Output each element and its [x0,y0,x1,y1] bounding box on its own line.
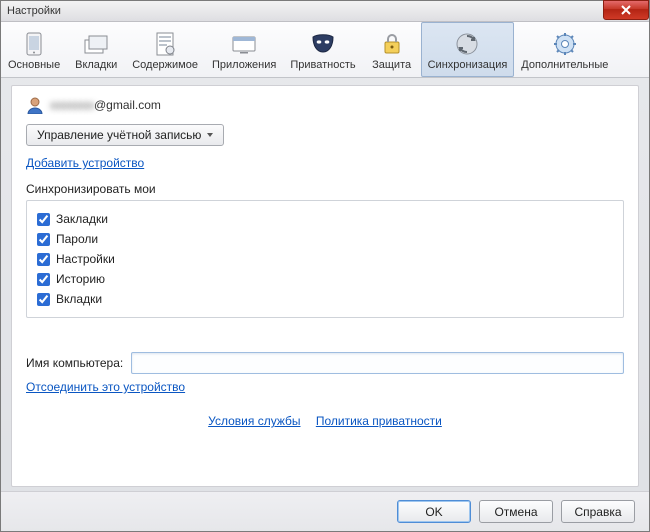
tab-label: Приложения [212,59,276,71]
tab-tabs[interactable]: Вкладки [67,22,125,77]
disconnect-device-link[interactable]: Отсоединить это устройство [26,380,185,394]
lock-icon [379,31,405,57]
sync-label: Пароли [56,232,98,246]
phone-icon [21,31,47,57]
tab-content[interactable]: Содержимое [125,22,205,77]
sync-panel: xxxxxxxx@gmail.com Управление учётной за… [11,85,639,487]
sync-item-tabs[interactable]: Вкладки [37,289,613,309]
close-button[interactable] [603,0,649,20]
window-title: Настройки [5,5,61,17]
sync-checkbox-passwords[interactable] [37,233,50,246]
ok-button[interactable]: OK [397,500,471,523]
sync-label: Настройки [56,252,115,266]
computer-name-row: Имя компьютера: [26,352,624,374]
cancel-button[interactable]: Отмена [479,500,553,523]
tab-advanced[interactable]: Дополнительные [514,22,615,77]
document-icon [152,31,178,57]
tab-label: Вкладки [75,59,117,71]
mask-icon [310,31,336,57]
sync-checkbox-settings[interactable] [37,253,50,266]
account-email: xxxxxxxx@gmail.com [50,98,161,112]
sync-item-bookmarks[interactable]: Закладки [37,209,613,229]
sync-label: Историю [56,272,105,286]
tab-label: Синхронизация [428,59,508,71]
policy-links: Условия службы Политика приватности [26,414,624,428]
close-icon [621,5,631,15]
titlebar: Настройки [1,1,649,22]
sync-label: Вкладки [56,292,102,306]
sync-icon [454,31,480,57]
computer-name-label: Имя компьютера: [26,356,123,370]
account-row: xxxxxxxx@gmail.com [26,96,624,114]
help-button[interactable]: Справка [561,500,635,523]
tab-applications[interactable]: Приложения [205,22,283,77]
sync-item-settings[interactable]: Настройки [37,249,613,269]
tab-privacy[interactable]: Приватность [283,22,362,77]
sync-checkbox-tabs[interactable] [37,293,50,306]
apps-icon [231,31,257,57]
computer-name-input[interactable] [131,352,624,374]
sync-label: Закладки [56,212,108,226]
tab-security[interactable]: Защита [363,22,421,77]
settings-window: Настройки Основные Вкладки Содержимое [0,0,650,532]
sync-items-box: Закладки Пароли Настройки Историю Вкладк… [26,200,624,318]
tab-label: Приватность [290,59,355,71]
email-visible-part: @gmail.com [94,98,161,112]
sync-item-history[interactable]: Историю [37,269,613,289]
terms-link[interactable]: Условия службы [208,414,300,428]
manage-account-label: Управление учётной записью [37,128,201,142]
privacy-link[interactable]: Политика приватности [316,414,442,428]
tab-label: Защита [372,59,411,71]
gear-icon [552,31,578,57]
email-blurred-part: xxxxxxxx [50,98,94,112]
manage-account-button[interactable]: Управление учётной записью [26,124,224,146]
sync-heading: Синхронизировать мои [26,182,624,196]
avatar-icon [26,96,44,114]
dialog-footer: OK Отмена Справка [1,491,649,531]
tabs-icon [83,31,109,57]
sync-item-passwords[interactable]: Пароли [37,229,613,249]
sync-checkbox-bookmarks[interactable] [37,213,50,226]
tab-label: Основные [8,59,60,71]
add-device-link[interactable]: Добавить устройство [26,156,144,170]
tab-general[interactable]: Основные [1,22,67,77]
settings-toolbar: Основные Вкладки Содержимое Приложения П [1,22,649,78]
tab-sync[interactable]: Синхронизация [421,22,515,77]
tab-label: Дополнительные [521,59,608,71]
tab-label: Содержимое [132,59,198,71]
sync-checkbox-history[interactable] [37,273,50,286]
chevron-down-icon [207,133,213,137]
